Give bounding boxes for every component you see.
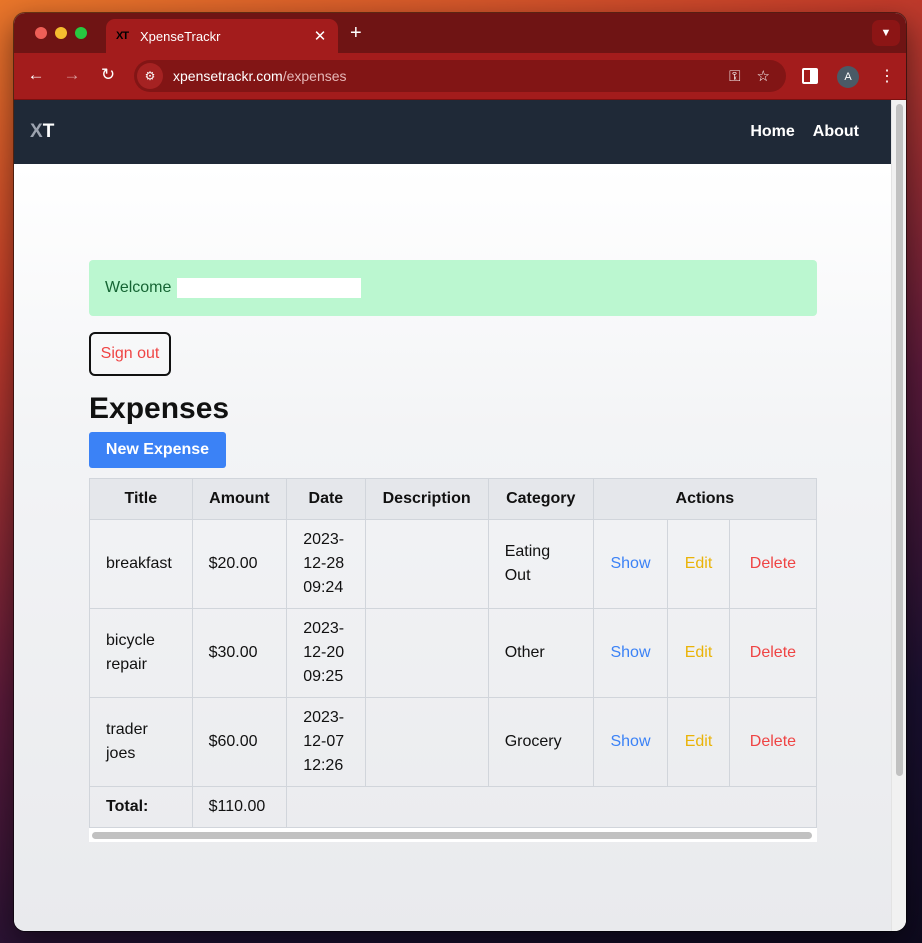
url-path: /expenses [282, 68, 347, 84]
delete-link[interactable]: Delete [750, 555, 796, 572]
chevron-down-icon[interactable]: ▼ [872, 20, 900, 46]
sign-out-button[interactable]: Sign out [89, 332, 171, 376]
edit-link[interactable]: Edit [685, 644, 713, 661]
cell-amount: $60.00 [191, 697, 288, 787]
edit-link[interactable]: Edit [685, 555, 713, 572]
edit-link-cell: Edit [667, 697, 730, 787]
cell-category: Other [487, 608, 594, 698]
expenses-table: Title Amount Date Description Category A… [89, 478, 817, 828]
show-link[interactable]: Show [610, 644, 650, 661]
header-date: Date [286, 478, 366, 520]
title-bar: XT XpenseTrackr ✕ + ▼ [14, 13, 906, 53]
key-icon[interactable]: ⚿ [729, 68, 740, 85]
main-content: Welcome Sign out Expenses New Expense Ti… [89, 260, 817, 842]
cell-date: 2023- 12-28 09:24 [286, 519, 366, 609]
header-title: Title [89, 478, 193, 520]
total-filler [286, 786, 817, 828]
avatar[interactable]: A [837, 66, 859, 88]
welcome-alert: Welcome [89, 260, 817, 316]
cell-amount: $20.00 [191, 519, 288, 609]
site-info-icon[interactable]: ⚙ [137, 63, 163, 89]
cell-description [364, 519, 489, 609]
show-link-cell: Show [592, 697, 669, 787]
welcome-text: Welcome [105, 279, 172, 296]
table-row: trader joes $60.00 2023- 12-07 12:26 Gro… [89, 697, 817, 787]
browser-toolbar: ← → ↻ ⚙ xpensetrackr.com/expenses ⚿ ☆ A … [14, 53, 906, 100]
cell-category: Grocery [487, 697, 594, 787]
cell-title: bicycle repair [89, 608, 193, 698]
cell-date: 2023- 12-07 12:26 [286, 697, 366, 787]
delete-link[interactable]: Delete [750, 644, 796, 661]
back-arrow-icon[interactable]: ← [24, 65, 48, 85]
new-expense-button[interactable]: New Expense [89, 432, 226, 468]
minimize-window-button[interactable] [55, 27, 67, 39]
delete-link-cell: Delete [728, 697, 817, 787]
delete-link[interactable]: Delete [750, 733, 796, 750]
table-header-row: Title Amount Date Description Category A… [89, 478, 817, 520]
header-description: Description [364, 478, 489, 520]
header-amount: Amount [191, 478, 288, 520]
total-amount: $110.00 [191, 786, 288, 828]
horizontal-scrollbar-thumb[interactable] [92, 832, 812, 839]
cell-amount: $30.00 [191, 608, 288, 698]
side-panel-icon[interactable] [802, 68, 818, 84]
delete-link-cell: Delete [728, 519, 817, 609]
edit-link-cell: Edit [667, 519, 730, 609]
table-row: bicycle repair $30.00 2023- 12-20 09:25 … [89, 608, 817, 698]
reload-icon[interactable]: ↻ [96, 65, 120, 85]
url-text[interactable]: xpensetrackr.com/expenses [173, 68, 729, 84]
cell-title: breakfast [89, 519, 193, 609]
edit-link-cell: Edit [667, 608, 730, 698]
cell-title: trader joes [89, 697, 193, 787]
header-category: Category [487, 478, 594, 520]
brand-logo[interactable]: XT [30, 121, 54, 143]
page-viewport: XT Home About Welcome Sign out Expenses … [14, 100, 906, 931]
close-icon[interactable]: ✕ [312, 27, 328, 45]
url-host: xpensetrackr.com [173, 68, 283, 84]
close-window-button[interactable] [35, 27, 47, 39]
address-bar[interactable]: ⚙ xpensetrackr.com/expenses ⚿ ☆ [134, 60, 786, 92]
maximize-window-button[interactable] [75, 27, 87, 39]
show-link[interactable]: Show [610, 555, 650, 572]
show-link-cell: Show [592, 519, 669, 609]
header-actions: Actions [592, 478, 817, 520]
forward-arrow-icon[interactable]: → [60, 65, 84, 85]
expenses-table-container: Title Amount Date Description Category A… [89, 478, 817, 842]
nav-links: Home About [750, 123, 859, 141]
vertical-scrollbar-thumb[interactable] [896, 104, 903, 776]
star-icon[interactable]: ☆ [757, 67, 770, 85]
cell-date: 2023- 12-20 09:25 [286, 608, 366, 698]
edit-link[interactable]: Edit [685, 733, 713, 750]
plus-icon[interactable]: + [350, 22, 362, 45]
show-link[interactable]: Show [610, 733, 650, 750]
table-row: breakfast $20.00 2023- 12-28 09:24 Eatin… [89, 519, 817, 609]
show-link-cell: Show [592, 608, 669, 698]
horizontal-scrollbar[interactable] [89, 828, 817, 842]
browser-window: XT XpenseTrackr ✕ + ▼ ← → ↻ ⚙ xpensetrac… [14, 13, 906, 931]
redacted-username [177, 278, 362, 298]
page-title: Expenses [89, 392, 230, 425]
brand-t: T [42, 121, 55, 142]
nav-link-home[interactable]: Home [750, 123, 794, 141]
tab-title: XpenseTrackr [140, 28, 221, 44]
browser-tab[interactable]: XT XpenseTrackr ✕ [106, 19, 338, 53]
vertical-scrollbar[interactable] [891, 100, 906, 931]
delete-link-cell: Delete [728, 608, 817, 698]
total-row: Total: $110.00 [89, 786, 817, 828]
app-navbar: XT Home About [14, 100, 891, 164]
cell-description [364, 608, 489, 698]
favicon-icon: XT [116, 30, 129, 42]
brand-x: X [30, 121, 43, 142]
nav-link-about[interactable]: About [813, 123, 859, 141]
total-label: Total: [89, 786, 193, 828]
menu-dots-icon[interactable]: ⋮ [879, 66, 895, 86]
cell-category: Eating Out [487, 519, 594, 609]
cell-description [364, 697, 489, 787]
